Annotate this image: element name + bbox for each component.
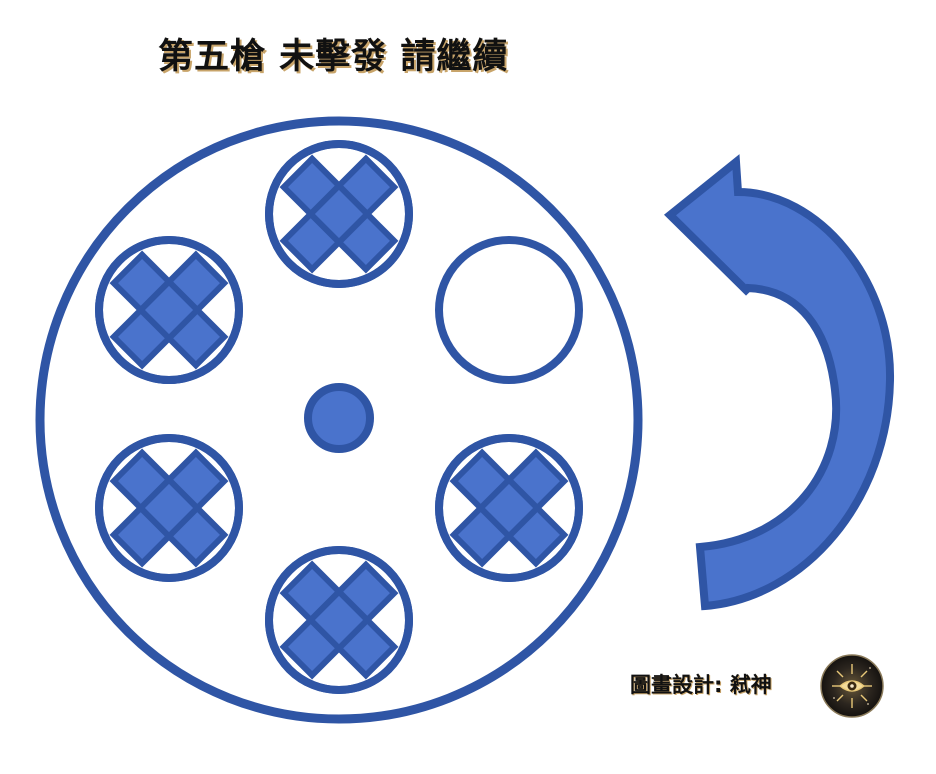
- cylinder-center-pin: [304, 383, 374, 453]
- revolver-cylinder-diagram: [35, 116, 895, 724]
- counterclockwise-arrow-icon: [663, 154, 895, 611]
- chamber-upper-right: [435, 236, 583, 384]
- credit-text: 圖畫設計: 弒神: [630, 673, 772, 697]
- chamber-lower-left: [95, 434, 243, 582]
- chamber-circle: [435, 236, 583, 384]
- chamber-top: [265, 140, 413, 288]
- chamber-lower-right: [435, 434, 583, 582]
- chamber-bottom: [265, 546, 413, 694]
- eye-emblem-icon: [820, 654, 884, 718]
- chamber-upper-left: [95, 236, 243, 384]
